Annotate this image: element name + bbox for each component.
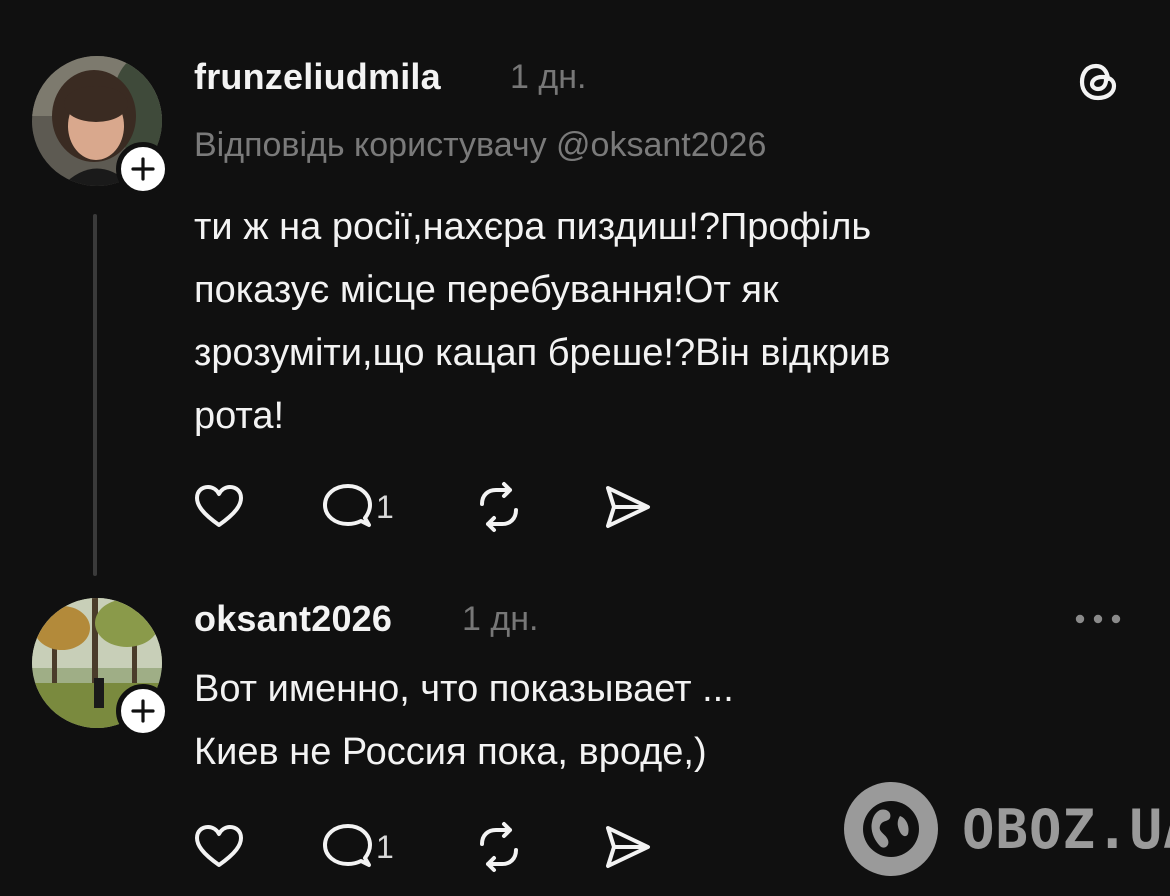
threads-logo-icon[interactable] [1074,56,1124,111]
globe-logo-icon [844,782,938,876]
username[interactable]: oksant2026 [194,598,392,640]
repost-button[interactable] [472,820,600,874]
follow-button[interactable] [116,142,170,196]
post-text: Вот именно, что показывает ... Киев не Р… [194,668,734,773]
heart-icon [195,825,243,867]
reply-to-label[interactable]: Відповідь користувачу @oksant2026 [194,126,766,165]
timestamp: 1 дн. [462,600,539,638]
username[interactable]: frunzeliudmila [194,56,441,98]
reply-button[interactable]: 1 [320,480,472,534]
send-icon [606,826,650,868]
comment-icon [323,824,372,867]
send-icon [606,486,650,528]
repost-icon [480,822,518,872]
timestamp: 1 дн. [510,58,587,96]
like-button[interactable] [192,480,320,534]
plus-icon [131,157,155,181]
share-button[interactable] [600,480,654,534]
more-options-icon[interactable] [1072,604,1124,639]
reply-count: 1 [376,828,394,865]
plus-icon [131,699,155,723]
post-actions: 1 [192,480,654,534]
post-actions: 1 [192,820,654,874]
post-text: ти ж на росії,нахєра пиздиш!?Профіль пок… [194,206,891,437]
watermark-text: OBOZ.UA [962,797,1170,861]
thread-line [93,214,97,576]
watermark: OBOZ.UA [842,780,1170,878]
reply-button[interactable]: 1 [320,820,472,874]
share-button[interactable] [600,820,654,874]
like-button[interactable] [192,820,320,874]
reply-count: 1 [376,488,394,525]
follow-button[interactable] [116,684,170,738]
comment-icon [323,484,372,527]
repost-icon [480,482,518,532]
repost-button[interactable] [472,480,600,534]
heart-icon [195,485,243,527]
